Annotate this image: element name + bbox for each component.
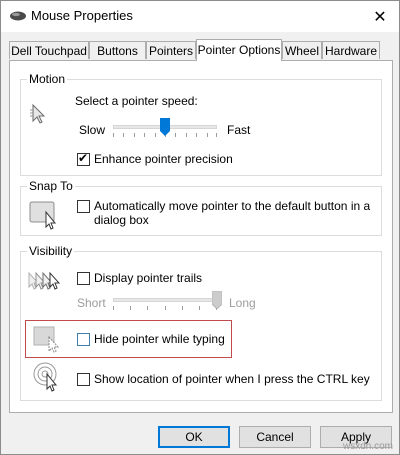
- hide-pointer-checkbox[interactable]: [77, 333, 90, 346]
- ok-button[interactable]: OK: [158, 426, 230, 448]
- tab-pointers[interactable]: Pointers: [146, 41, 196, 59]
- pointer-trails-icon: [27, 269, 63, 300]
- pointer-options-panel: Motion Select a pointer speed: Slow Fast…: [9, 60, 393, 413]
- snap-to-label-line2[interactable]: dialog box: [94, 213, 149, 227]
- hide-pointer-label[interactable]: Hide pointer while typing: [94, 332, 225, 346]
- tab-pointer-options[interactable]: Pointer Options: [196, 39, 282, 61]
- snap-to-label-line1[interactable]: Automatically move pointer to the defaul…: [94, 199, 370, 213]
- pointer-trails-checkbox[interactable]: [77, 272, 90, 285]
- close-icon[interactable]: ✕: [361, 1, 399, 32]
- visibility-group: Visibility Display pointer trails Short …: [20, 244, 382, 401]
- enhance-precision-label[interactable]: Enhance pointer precision: [94, 152, 233, 166]
- speed-slider-thumb[interactable]: [160, 118, 170, 139]
- mouse-properties-window: Mouse Properties ✕ Dell Touchpad Buttons…: [0, 0, 400, 455]
- tab-wheel[interactable]: Wheel: [282, 41, 322, 59]
- fast-label: Fast: [227, 123, 251, 137]
- trails-slider-track[interactable]: [113, 298, 217, 302]
- watermark: wsxdn.com: [342, 441, 393, 452]
- short-label: Short: [77, 296, 106, 310]
- long-label: Long: [229, 296, 256, 310]
- mouse-icon: [9, 10, 27, 22]
- pointer-speed-label: Select a pointer speed:: [75, 94, 198, 108]
- trails-slider-thumb[interactable]: [211, 290, 223, 312]
- slow-label: Slow: [79, 123, 106, 137]
- pointer-speed-icon: [29, 102, 53, 129]
- show-location-icon: [33, 362, 65, 395]
- pointer-trails-label[interactable]: Display pointer trails: [94, 271, 202, 285]
- window-title: Mouse Properties: [31, 8, 133, 23]
- snap-to-checkbox[interactable]: [77, 200, 90, 213]
- title-bar: Mouse Properties ✕: [1, 1, 399, 32]
- snap-to-icon: [29, 200, 61, 233]
- tab-hardware[interactable]: Hardware: [322, 41, 380, 59]
- tab-dell-touchpad[interactable]: Dell Touchpad: [9, 41, 89, 59]
- visibility-group-label: Visibility: [27, 244, 75, 258]
- snap-to-group: Snap To Automatically move pointer to th…: [20, 179, 382, 236]
- enhance-precision-checkbox[interactable]: [77, 151, 90, 166]
- hide-pointer-icon: [33, 325, 63, 356]
- tab-strip: Dell Touchpad Buttons Pointers Pointer O…: [9, 39, 393, 61]
- show-location-checkbox[interactable]: [77, 373, 90, 386]
- trails-slider-ticks: [113, 306, 217, 310]
- motion-group: Motion Select a pointer speed: Slow Fast…: [20, 72, 382, 176]
- show-location-label[interactable]: Show location of pointer when I press th…: [94, 372, 370, 386]
- tab-buttons[interactable]: Buttons: [89, 41, 146, 59]
- motion-group-label: Motion: [27, 72, 68, 86]
- cancel-button[interactable]: Cancel: [239, 426, 311, 448]
- snap-to-group-label: Snap To: [27, 179, 75, 193]
